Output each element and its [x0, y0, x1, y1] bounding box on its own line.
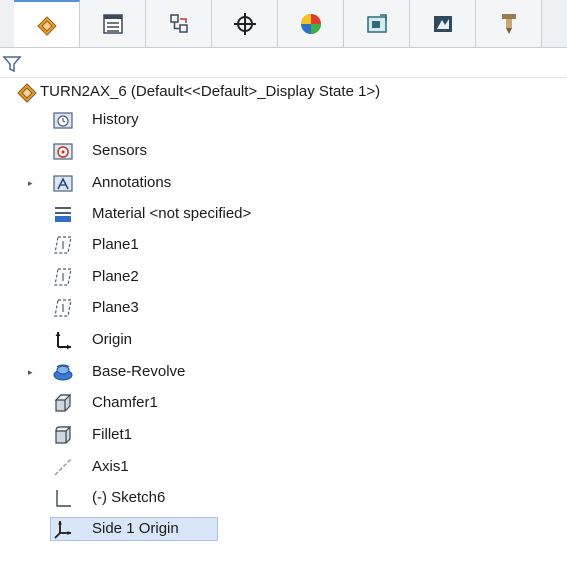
configuration-manager-icon: [169, 13, 188, 33]
tree-item-fillet1[interactable]: Fillet1: [0, 421, 260, 449]
revolve-icon: [53, 364, 73, 381]
axis-icon: [54, 458, 72, 476]
tree-item-label: Axis1: [92, 458, 129, 475]
tree-item-plane2[interactable]: Plane2: [0, 263, 260, 291]
fillet-icon: [55, 426, 72, 444]
part-icon: [17, 83, 37, 103]
tree-item-label: Fillet1: [92, 426, 133, 443]
tree-item-side1-origin[interactable]: Side 1 Origin: [0, 515, 260, 543]
tree-item-chamfer1[interactable]: Chamfer1: [0, 389, 260, 417]
tab-cam-operation-tree[interactable]: [410, 0, 476, 47]
expand-arrow-icon[interactable]: ▸: [28, 169, 38, 197]
tree-item-sketch6[interactable]: (-) Sketch6: [0, 484, 260, 512]
tree-item-label: Base-Revolve: [92, 363, 186, 380]
tab-cam-feature-tree[interactable]: [344, 0, 410, 47]
tab-feature-manager[interactable]: [14, 0, 80, 47]
sensors-folder-icon: [53, 143, 73, 160]
tree-item-label: Plane3: [92, 299, 139, 316]
tab-cam-tool-tree[interactable]: [476, 0, 542, 47]
tree-item-axis1[interactable]: Axis1: [0, 453, 260, 481]
tab-configuration-manager[interactable]: [146, 0, 212, 47]
tree-item-label: Chamfer1: [92, 394, 158, 411]
origin-icon: [55, 332, 71, 350]
tree-item-label: Annotations: [92, 174, 172, 191]
tree-item-label: Side 1 Origin: [92, 520, 179, 537]
tree-item-label: Plane2: [92, 268, 139, 285]
tree-item-plane3[interactable]: Plane3: [0, 294, 260, 322]
plane-icon: [54, 299, 72, 317]
property-manager-icon: [102, 13, 123, 34]
tree-item-material[interactable]: Material <not specified>: [0, 200, 300, 228]
filter-bar: [0, 48, 567, 78]
tree-item-label: Sensors: [92, 142, 148, 159]
chamfer-icon: [54, 394, 72, 412]
feature-manager-icon: [36, 15, 57, 36]
plane-icon: [54, 268, 72, 286]
dimxpert-manager-icon: [233, 12, 256, 35]
cam-tool-tree-icon: [501, 13, 516, 34]
sketch-icon: [56, 490, 71, 507]
tree-root-part[interactable]: TURN2AX_6 (Default<<Default>_Display Sta…: [0, 78, 567, 106]
tab-display-manager[interactable]: [278, 0, 344, 47]
tree-item-label: Plane1: [92, 236, 139, 253]
tree-item-label: Origin: [92, 331, 133, 348]
tree-item-history[interactable]: History: [0, 106, 260, 134]
tree-item-sensors[interactable]: Sensors: [0, 137, 260, 165]
tab-dimxpert-manager[interactable]: [212, 0, 278, 47]
display-manager-icon: [300, 13, 321, 34]
tree-item-label: Material <not specified>: [92, 205, 252, 222]
tab-property-manager[interactable]: [80, 0, 146, 47]
tree-root-label: TURN2AX_6 (Default<<Default>_Display Sta…: [40, 83, 381, 100]
tree-item-label: History: [92, 111, 139, 128]
tree-item-label: (-) Sketch6: [92, 489, 166, 506]
tree-item-annotations[interactable]: ▸ Annotations: [0, 169, 260, 197]
coordinate-system-icon: [54, 521, 71, 539]
tree-item-plane1[interactable]: Plane1: [0, 231, 260, 259]
cam-operation-tree-icon: [433, 15, 452, 32]
expand-arrow-icon[interactable]: ▸: [28, 358, 38, 386]
filter-icon[interactable]: [2, 54, 22, 74]
annotations-folder-icon: [53, 175, 73, 192]
plane-icon: [54, 236, 72, 254]
manager-tab-bar: [0, 0, 567, 48]
tree-item-origin[interactable]: Origin: [0, 326, 260, 354]
tree-item-base-revolve[interactable]: ▸ Base-Revolve: [0, 358, 260, 386]
cam-feature-tree-icon: [366, 13, 387, 33]
history-folder-icon: [53, 112, 73, 129]
material-icon: [55, 207, 71, 222]
